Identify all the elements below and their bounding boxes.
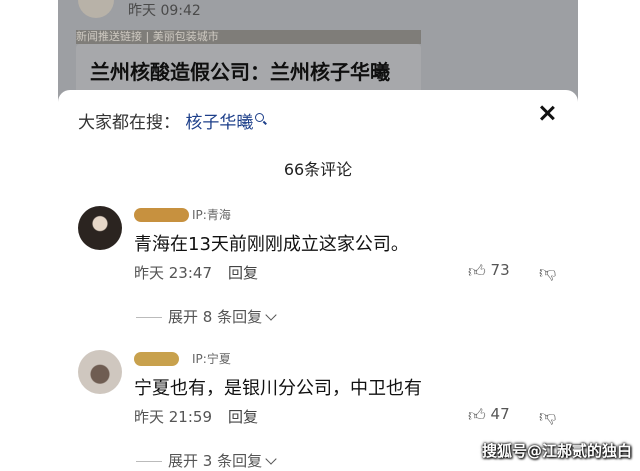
background-news-title: 兰州核酸造假公司：兰州核子华曦 [90,60,390,84]
ip-location-badge: IP:青海 [192,208,231,222]
avatar[interactable] [78,206,122,250]
like-button[interactable]: 👍︎ 73 [468,261,510,282]
like-button[interactable]: 👍︎ 47 [468,405,510,426]
username-redacted[interactable] [134,352,179,366]
thumb-up-icon[interactable]: 👍︎ [468,261,486,282]
expand-replies-label[interactable]: 展开 3 条回复 [168,452,262,470]
comment-text: 宁夏也有，是银川分公司，中卫也有 [134,378,422,399]
dislike-button[interactable]: 👎︎ [539,405,556,427]
comment-time: 昨天 21:59 [134,408,212,426]
chevron-down-icon[interactable] [265,309,277,321]
ip-location-badge: IP:宁夏 [192,352,231,366]
trending-search-row: 大家都在搜： 核子华曦 [78,108,265,133]
trending-search-label: 大家都在搜： [78,113,180,133]
search-icon[interactable] [255,113,265,122]
chevron-down-icon[interactable] [265,453,277,465]
expand-replies-button[interactable]: 展开 8 条回复 [136,306,277,327]
comment-meta: 昨天 21:59 回复 [134,406,258,427]
trending-search-term[interactable]: 核子华曦 [185,113,253,133]
like-count: 73 [490,261,510,279]
dislike-button[interactable]: 👎︎ [539,261,556,283]
comment-time: 昨天 23:47 [134,264,212,282]
comment-sheet: 大家都在搜： 核子华曦 66条评论 IP:青海 青海在13天前刚刚成立这家公司。… [58,90,578,471]
avatar[interactable] [78,350,122,394]
like-count: 47 [490,405,510,423]
trending-search-link[interactable]: 核子华曦 [185,113,265,133]
background-post-time: 昨天 09:42 [128,3,201,19]
expand-replies-label[interactable]: 展开 8 条回复 [168,308,262,326]
expand-divider [136,317,162,318]
watermark: 搜狐号@江郝贰的独白 [481,442,632,460]
username-redacted[interactable] [134,208,189,222]
thumb-down-icon[interactable]: 👎︎ [539,406,556,427]
close-icon[interactable] [538,104,556,122]
thumb-down-icon[interactable]: 👎︎ [539,262,556,283]
reply-button[interactable]: 回复 [228,264,258,282]
comment-count: 66条评论 [283,160,353,179]
background-link-strip: 新闻推送链接 | 美丽包装城市 [76,30,421,44]
comment-text: 青海在13天前刚刚成立这家公司。 [134,234,409,255]
expand-replies-button[interactable]: 展开 3 条回复 [136,450,277,471]
thumb-up-icon[interactable]: 👍︎ [468,405,486,426]
comment-meta: 昨天 23:47 回复 [134,262,258,283]
expand-divider [136,461,162,462]
background-avatar [78,0,114,18]
reply-button[interactable]: 回复 [228,408,258,426]
